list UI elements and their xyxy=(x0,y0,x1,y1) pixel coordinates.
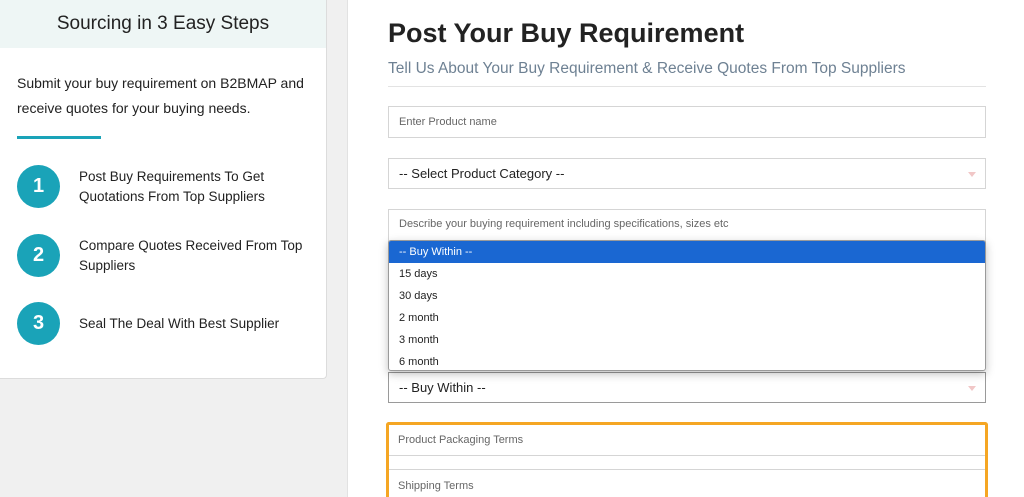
chevron-down-icon xyxy=(968,385,976,391)
dropdown-option[interactable]: 2 month xyxy=(389,307,985,329)
step-2: 2 Compare Quotes Received From Top Suppl… xyxy=(17,234,304,277)
page-subtitle: Tell Us About Your Buy Requirement & Rec… xyxy=(388,60,906,77)
dropdown-option[interactable]: 3 month xyxy=(389,329,985,351)
step-number-badge: 3 xyxy=(17,302,60,345)
buy-within-value: -- Buy Within -- xyxy=(399,380,486,395)
dropdown-option[interactable]: 6 month xyxy=(389,351,985,370)
step-text: Seal The Deal With Best Supplier xyxy=(79,315,280,331)
step-3: 3 Seal The Deal With Best Supplier xyxy=(17,302,304,345)
buy-within-dropdown: -- Buy Within -- 15 days 30 days 2 month… xyxy=(388,240,986,371)
product-category-select[interactable]: -- Select Product Category -- xyxy=(388,158,986,189)
description-placeholder: Describe your buying requirement includi… xyxy=(399,218,729,230)
accent-underline xyxy=(17,136,101,139)
card-title: Sourcing in 3 Easy Steps xyxy=(56,13,270,34)
page-title: Post Your Buy Requirement xyxy=(388,18,745,48)
step-number-badge: 2 xyxy=(17,234,60,277)
dropdown-option[interactable]: 15 days xyxy=(389,263,985,285)
step-text: Post Buy Requirements To Get Quotations … xyxy=(79,168,265,204)
product-category-value: -- Select Product Category -- xyxy=(399,166,565,181)
product-name-input[interactable]: Enter Product name xyxy=(388,106,986,138)
divider xyxy=(388,86,986,87)
dropdown-option[interactable]: -- Buy Within -- xyxy=(389,241,985,263)
step-1: 1 Post Buy Requirements To Get Quotation… xyxy=(17,165,304,208)
highlight-box xyxy=(386,422,988,497)
step-text: Compare Quotes Received From Top Supplie… xyxy=(79,237,303,273)
step-number-badge: 1 xyxy=(17,165,60,208)
chevron-down-icon xyxy=(968,171,976,177)
sourcing-steps-card: Sourcing in 3 Easy Steps Submit your buy… xyxy=(0,0,327,379)
product-name-placeholder: Enter Product name xyxy=(399,116,497,128)
dropdown-option[interactable]: 30 days xyxy=(389,285,985,307)
buy-within-select[interactable]: -- Buy Within -- xyxy=(388,372,986,403)
card-description: Submit your buy requirement on B2BMAP an… xyxy=(17,75,304,116)
card-header: Sourcing in 3 Easy Steps xyxy=(0,0,326,48)
